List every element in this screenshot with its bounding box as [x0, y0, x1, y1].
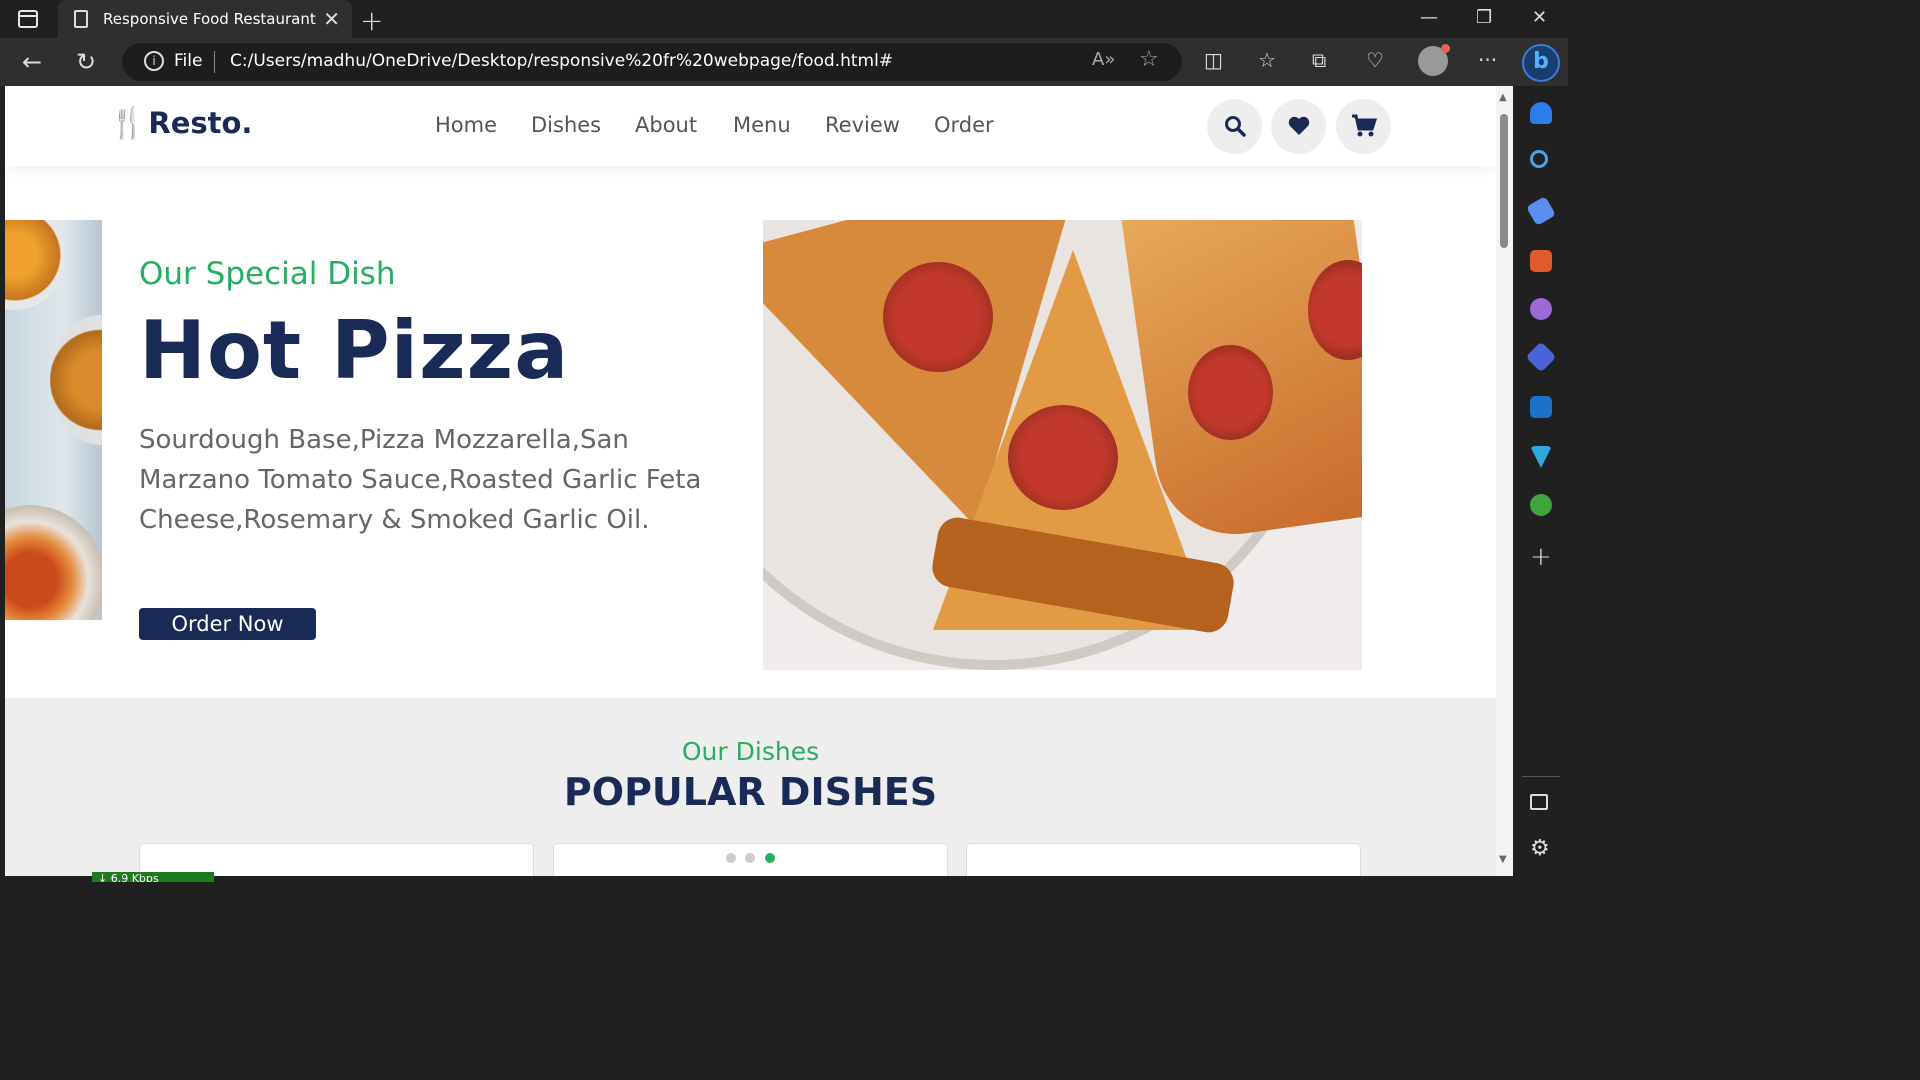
browser-essentials-icon[interactable]: ♡ — [1366, 48, 1384, 72]
nav-review[interactable]: Review — [825, 113, 900, 137]
more-options-icon[interactable]: ··· — [1478, 48, 1497, 72]
utensils-icon: 🍴 — [109, 106, 147, 141]
new-tab-icon[interactable]: + — [360, 4, 383, 37]
scrollbar-thumb[interactable] — [1500, 114, 1508, 248]
settings-icon[interactable]: ⚙ — [1530, 836, 1550, 861]
search-icon — [1224, 116, 1246, 137]
page-scrollbar[interactable]: ▲ ▼ — [1496, 86, 1513, 876]
slider-dot[interactable] — [726, 853, 736, 863]
address-scheme: File — [174, 51, 203, 71]
hero-pizza-image — [763, 220, 1362, 670]
nav-menu[interactable]: Menu — [733, 113, 791, 137]
nav-about[interactable]: About — [635, 113, 697, 137]
refresh-icon[interactable]: ↻ — [76, 48, 96, 76]
read-aloud-icon[interactable]: A» — [1092, 49, 1115, 70]
slider-dot-active[interactable] — [765, 853, 775, 863]
heart-icon — [1288, 116, 1309, 135]
bell-icon[interactable] — [1530, 102, 1552, 124]
briefcase-icon[interactable] — [1530, 250, 1552, 272]
tree-icon[interactable] — [1530, 494, 1552, 516]
favorites-icon[interactable]: ☆ — [1258, 48, 1276, 72]
window-bottom-edge — [0, 876, 1568, 882]
dishes-subtitle: Our Dishes — [681, 737, 820, 766]
scroll-up-icon[interactable]: ▲ — [1499, 92, 1507, 103]
favorite-star-icon[interactable]: ☆ — [1139, 47, 1159, 72]
tag-icon[interactable] — [1525, 195, 1557, 227]
send-icon[interactable] — [1530, 446, 1552, 468]
logo[interactable]: 🍴Resto. — [109, 106, 252, 141]
dishes-section: Our Dishes POPULAR DISHES — [5, 698, 1496, 876]
add-icon[interactable]: + — [1530, 542, 1552, 572]
tab-actions-icon[interactable] — [18, 10, 38, 28]
previous-slide-image — [5, 220, 102, 620]
profile-avatar[interactable] — [1418, 44, 1450, 76]
collections-icon[interactable]: ⧉ — [1312, 48, 1326, 72]
address-bar[interactable]: i File C:/Users/madhu/OneDrive/Desktop/r… — [122, 43, 1182, 81]
dishes-title: POPULAR DISHES — [563, 770, 938, 814]
document-icon — [74, 10, 88, 28]
order-now-button[interactable]: Order Now — [139, 608, 316, 640]
nav-order[interactable]: Order — [934, 113, 994, 137]
logo-text: Resto. — [148, 106, 253, 140]
minimize-icon[interactable]: — — [1420, 7, 1438, 28]
copilot-icon[interactable]: b — [1522, 44, 1560, 82]
search-icon[interactable] — [1530, 150, 1548, 168]
split-screen-icon[interactable]: ◫ — [1204, 48, 1223, 72]
tab-strip: Responsive Food Restaurant ✕ + — ❐ ✕ — [0, 0, 1568, 39]
site-header: 🍴Resto. Home Dishes About Menu Review Or… — [5, 86, 1496, 166]
restore-icon[interactable]: ❐ — [1476, 7, 1492, 28]
info-icon[interactable]: i — [144, 51, 164, 71]
m365-icon[interactable] — [1525, 341, 1557, 373]
page-viewport: 🍴Resto. Home Dishes About Menu Review Or… — [5, 86, 1496, 876]
nav-dishes[interactable]: Dishes — [531, 113, 601, 137]
hero-subtitle: Our Special Dish — [139, 256, 396, 292]
slider-dot[interactable] — [745, 853, 755, 863]
nav-home[interactable]: Home — [435, 113, 497, 137]
dish-card[interactable] — [966, 843, 1361, 876]
close-tab-icon[interactable]: ✕ — [323, 7, 340, 31]
hero-title: Hot Pizza — [139, 304, 570, 397]
outlook-icon[interactable] — [1530, 396, 1552, 418]
url-text[interactable]: C:/Users/madhu/OneDrive/Desktop/responsi… — [230, 51, 893, 71]
wishlist-button[interactable] — [1271, 99, 1326, 154]
back-icon[interactable]: ← — [22, 48, 42, 76]
close-window-icon[interactable]: ✕ — [1532, 7, 1547, 28]
edge-sidebar: + ⚙ — [1514, 86, 1568, 882]
divider — [214, 51, 215, 73]
sidebar-toggle-icon[interactable] — [1530, 794, 1548, 810]
network-speed-indicator: ↓ 6.9 Kbps — [92, 872, 214, 882]
toolbar: ← ↻ i File C:/Users/madhu/OneDrive/Deskt… — [0, 38, 1568, 86]
search-button[interactable] — [1207, 99, 1262, 154]
hero-description: Sourdough Base,Pizza Mozzarella,San Marz… — [139, 425, 702, 535]
tab-title: Responsive Food Restaurant — [103, 10, 316, 28]
chess-icon[interactable] — [1530, 298, 1552, 320]
divider — [1522, 776, 1560, 777]
cart-icon — [1351, 114, 1377, 137]
cart-button[interactable] — [1336, 99, 1391, 154]
scroll-down-icon[interactable]: ▼ — [1499, 854, 1507, 865]
browser-tab[interactable]: Responsive Food Restaurant ✕ — [58, 0, 352, 39]
